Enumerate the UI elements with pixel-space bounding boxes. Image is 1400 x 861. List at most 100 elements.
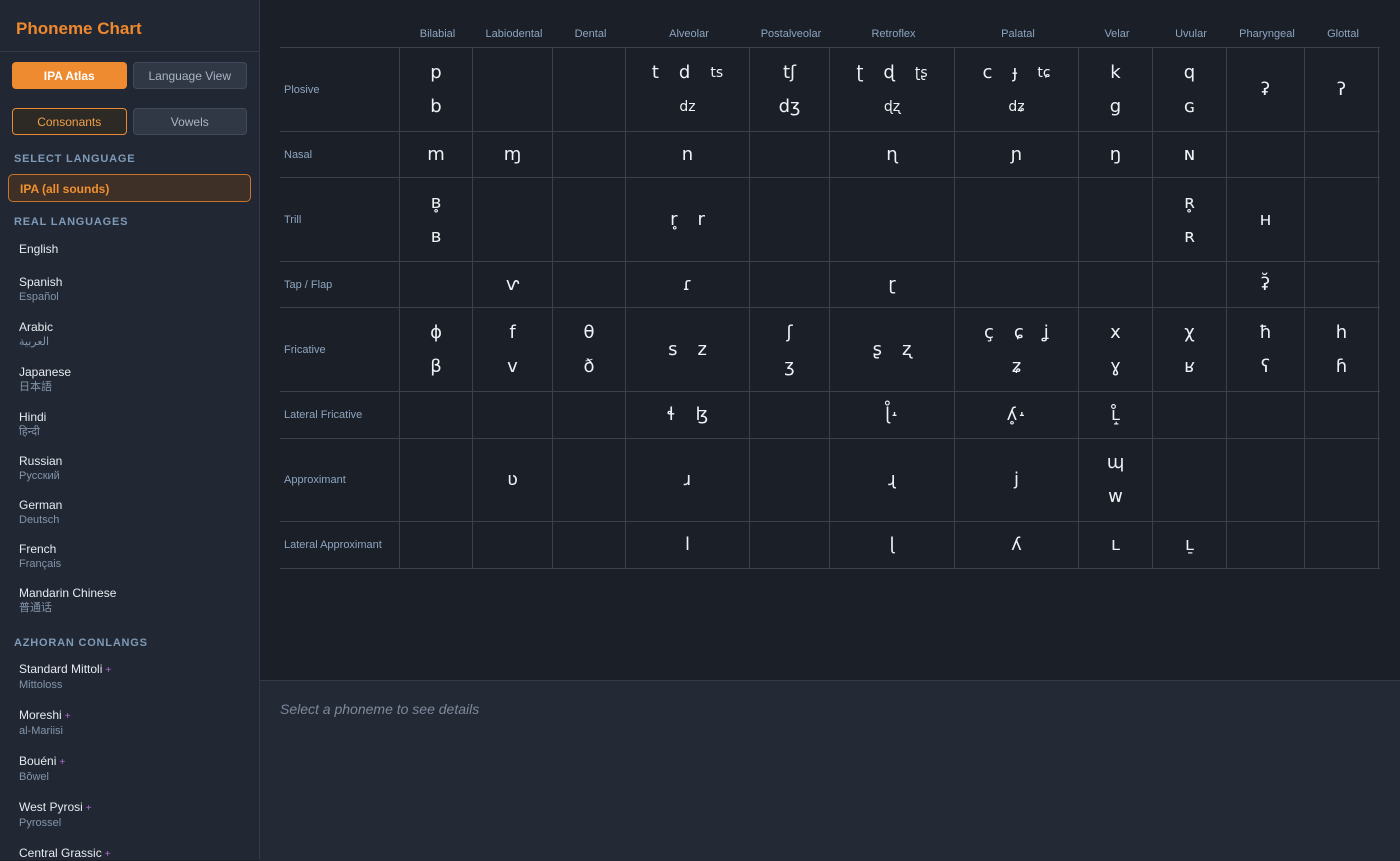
language-item[interactable]: German Deutsch [0,498,259,527]
language-item[interactable]: English [0,242,259,257]
language-item[interactable]: Hindi हिन्दी [0,410,259,439]
selected-language[interactable]: IPA (all sounds) [8,174,251,202]
phoneme-symbol[interactable]: ʕ [1261,356,1270,378]
vowels-button[interactable]: Vowels [132,108,247,135]
phoneme-symbol[interactable]: r̥ [670,209,677,231]
phoneme-symbol[interactable]: ɽ [888,274,895,296]
phoneme-symbol[interactable]: ʝ [1044,322,1049,344]
phoneme-symbol[interactable]: ɲ [1011,144,1023,166]
phoneme-symbol[interactable]: ʈʂ [915,62,928,84]
phoneme-symbol[interactable]: l [685,534,690,556]
phoneme-symbol[interactable]: q [1184,62,1195,84]
phoneme-symbol[interactable]: ɸ [430,322,442,344]
ipa-atlas-button[interactable]: IPA Atlas [12,62,127,89]
phoneme-symbol[interactable]: ħ [1259,322,1272,344]
phoneme-symbol[interactable]: ʜ [1260,209,1272,231]
phoneme-symbol[interactable]: h [1336,322,1347,344]
phoneme-symbol[interactable]: ʃ [786,322,792,344]
language-item[interactable]: Spanish Español [0,275,259,304]
phoneme-symbol[interactable]: ɰ [1107,452,1125,474]
phoneme-symbol[interactable]: θ [583,322,594,344]
phoneme-symbol[interactable]: v [507,356,518,378]
phoneme-symbol[interactable]: ʐ [902,339,911,361]
phoneme-symbol[interactable]: ŋ [1110,144,1121,166]
language-view-button[interactable]: Language View [132,62,247,89]
conlang-item[interactable]: Bouéni + Bŏwel [0,754,259,784]
phoneme-symbol[interactable]: dʑ [1008,96,1024,118]
phoneme-symbol[interactable]: ʟ [1111,534,1120,556]
phoneme-symbol[interactable]: ɟ [1012,62,1017,84]
phoneme-symbol[interactable]: j [1014,469,1019,491]
phoneme-symbol[interactable]: ɣ [1110,356,1121,378]
phoneme-symbol[interactable]: ʎ [1011,534,1022,556]
phoneme-symbol[interactable]: ɬ [667,404,676,426]
language-item[interactable]: Japanese 日本語 [0,365,259,394]
phoneme-symbol[interactable]: ʀ̥ [1184,192,1195,214]
consonants-button[interactable]: Consonants [12,108,127,135]
phoneme-line: dz [679,96,695,118]
phoneme-symbol[interactable]: tʃ [783,62,796,84]
phoneme-symbol[interactable]: ɮ [696,404,709,426]
phoneme-symbol[interactable]: r [698,209,705,231]
language-item[interactable]: Arabic العربية [0,320,259,349]
phoneme-symbol[interactable]: ʟ̠ [1185,534,1194,556]
phoneme-symbol[interactable]: ʎ̥˔ [1007,404,1027,426]
conlang-item[interactable]: West Pyrosi + Pyrossel [0,800,259,830]
phoneme-symbol[interactable]: ð [583,356,594,378]
phoneme-symbol[interactable]: ts [710,62,723,84]
phoneme-symbol[interactable]: p [430,62,441,84]
phoneme-symbol[interactable]: ɦ [1336,356,1347,378]
phoneme-symbol[interactable]: ʙ̥ [431,192,441,214]
conlang-item[interactable]: Standard Mittoli + Mittoloss [0,662,259,692]
phoneme-symbol[interactable]: ɢ [1184,96,1195,118]
phoneme-symbol[interactable]: ɴ [1184,144,1195,166]
phoneme-symbol[interactable]: ʀ [1184,226,1195,248]
language-item[interactable]: French Français [0,542,259,571]
phoneme-symbol[interactable]: ʔ [1337,79,1346,101]
phoneme-symbol[interactable]: ɭ [889,534,894,556]
phoneme-symbol[interactable]: ⱱ [506,274,519,296]
conlang-item[interactable]: Central Grassic+Val Avval [0,846,259,860]
phoneme-symbol[interactable]: k [1110,62,1120,84]
phoneme-symbol[interactable]: ɱ [504,144,522,166]
phoneme-symbol[interactable]: f [509,322,515,344]
phoneme-symbol[interactable]: χ [1184,322,1194,344]
phoneme-symbol[interactable]: s [668,339,677,361]
conlang-item[interactable]: Moreshi + al-Mariisi [0,708,259,738]
phoneme-symbol[interactable]: ʋ [507,469,518,491]
phoneme-symbol[interactable]: ʑ [1012,356,1021,378]
phoneme-symbol[interactable]: ʙ [431,226,441,248]
phoneme-symbol[interactable]: d [679,62,690,84]
phoneme-symbol[interactable]: ʈ [856,62,863,84]
phoneme-symbol[interactable]: β [430,356,442,378]
phoneme-symbol[interactable]: m [427,144,445,166]
phoneme-symbol[interactable]: w [1108,486,1123,508]
phoneme-symbol[interactable]: ɕ [1014,322,1024,344]
phoneme-symbol[interactable]: ɻ [888,469,895,491]
phoneme-symbol[interactable]: ʒ [784,356,794,378]
phoneme-symbol[interactable]: g [1110,96,1121,118]
language-item[interactable]: Mandarin Chinese 普通话 [0,586,259,615]
phoneme-symbol[interactable]: ɭ̊˔ [885,404,899,426]
phoneme-symbol[interactable]: ʟ̝̊ [1111,404,1120,426]
phoneme-symbol[interactable]: b [430,96,441,118]
phoneme-symbol[interactable]: ɹ [684,469,691,491]
phoneme-symbol[interactable]: ç [984,322,994,344]
phoneme-symbol[interactable]: ʂ [873,339,882,361]
phoneme-symbol[interactable]: n [682,144,693,166]
phoneme-symbol[interactable]: dʒ [779,96,801,118]
language-item[interactable]: Russian Русский [0,454,259,483]
phoneme-symbol[interactable]: ʡ̆ [1261,274,1270,296]
phoneme-symbol[interactable]: ɳ [886,144,898,166]
phoneme-symbol[interactable]: ɖʐ [884,96,900,118]
phoneme-symbol[interactable]: tɕ [1037,62,1050,84]
phoneme-symbol[interactable]: c [982,62,992,84]
phoneme-symbol[interactable]: x [1110,322,1121,344]
phoneme-symbol[interactable]: t [652,62,659,84]
phoneme-symbol[interactable]: ɾ [683,274,693,296]
phoneme-symbol[interactable]: z [697,339,706,361]
phoneme-symbol[interactable]: ʁ [1184,356,1195,378]
phoneme-symbol[interactable]: dz [679,96,695,118]
phoneme-symbol[interactable]: ɖ [883,62,894,84]
phoneme-symbol[interactable]: ʡ [1261,79,1270,101]
